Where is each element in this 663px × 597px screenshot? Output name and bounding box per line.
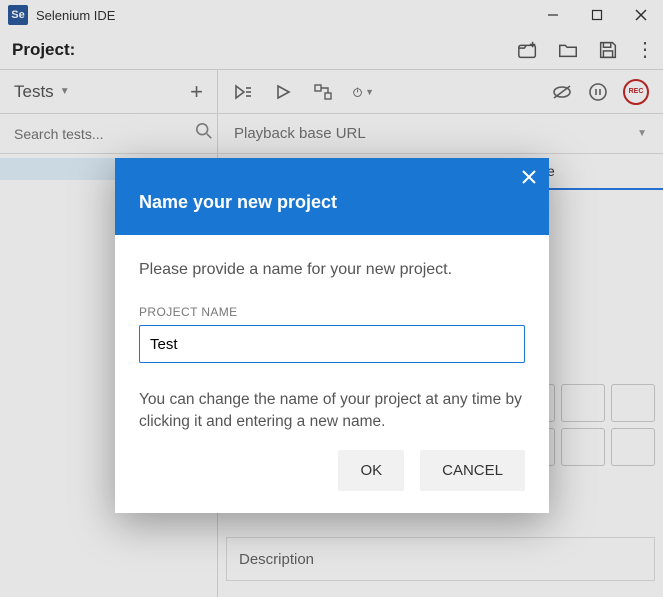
modal-header: Name your new project (115, 158, 549, 235)
step-icon[interactable] (312, 81, 334, 103)
tests-dropdown[interactable]: Tests ▼ + (0, 70, 218, 113)
window-controls (531, 0, 663, 30)
play-toolbar: ▼ REC (218, 70, 663, 113)
grid-cell[interactable] (561, 384, 605, 422)
save-project-icon[interactable] (595, 37, 621, 63)
project-bar: Project: ⋮ (0, 30, 663, 70)
cancel-button[interactable]: CANCEL (420, 450, 525, 491)
project-label: Project: (12, 40, 75, 60)
add-test-button[interactable]: + (190, 79, 203, 105)
tests-label: Tests (14, 82, 54, 102)
grid-cell[interactable] (611, 384, 655, 422)
modal-body: Please provide a name for your new proje… (115, 235, 549, 513)
project-name-label: PROJECT NAME (139, 305, 525, 319)
grid-cell[interactable] (561, 428, 605, 466)
search-icon (195, 122, 213, 145)
record-button[interactable]: REC (623, 79, 649, 105)
description-row[interactable]: Description (226, 537, 655, 581)
run-all-icon[interactable] (232, 81, 254, 103)
third-bar: ▼ (0, 114, 663, 154)
playback-url-input[interactable] (234, 125, 637, 142)
speed-icon[interactable]: ▼ (352, 81, 374, 103)
maximize-button[interactable] (575, 0, 619, 30)
playback-url-wrap: ▼ (218, 114, 663, 153)
modal-actions: OK CANCEL (139, 450, 525, 491)
new-project-modal: Name your new project Please provide a n… (115, 158, 549, 513)
search-tests-wrap (0, 114, 218, 153)
chevron-down-icon: ▼ (365, 87, 374, 97)
run-current-icon[interactable] (272, 81, 294, 103)
title-bar: Se Selenium IDE (0, 0, 663, 30)
pause-icon[interactable] (587, 81, 609, 103)
chevron-down-icon: ▼ (60, 86, 70, 97)
close-window-button[interactable] (619, 0, 663, 30)
project-actions: ⋮ (515, 37, 651, 63)
ok-button[interactable]: OK (338, 450, 404, 491)
modal-prompt: Please provide a name for your new proje… (139, 261, 525, 279)
app-title: Selenium IDE (36, 8, 115, 23)
modal-hint: You can change the name of your project … (139, 389, 525, 432)
description-label: Description (239, 551, 314, 568)
project-name-input[interactable] (139, 325, 525, 363)
chevron-down-icon[interactable]: ▼ (637, 128, 647, 139)
app-logo: Se (8, 5, 28, 25)
modal-title: Name your new project (139, 192, 525, 213)
minimize-button[interactable] (531, 0, 575, 30)
disable-breakpoints-icon[interactable] (551, 81, 573, 103)
more-menu-icon[interactable]: ⋮ (635, 40, 651, 60)
close-icon[interactable] (521, 168, 537, 191)
grid-cell[interactable] (611, 428, 655, 466)
open-project-icon[interactable] (555, 37, 581, 63)
search-tests-input[interactable] (14, 126, 195, 142)
secondary-bar: Tests ▼ + ▼ REC (0, 70, 663, 114)
new-project-icon[interactable] (515, 37, 541, 63)
